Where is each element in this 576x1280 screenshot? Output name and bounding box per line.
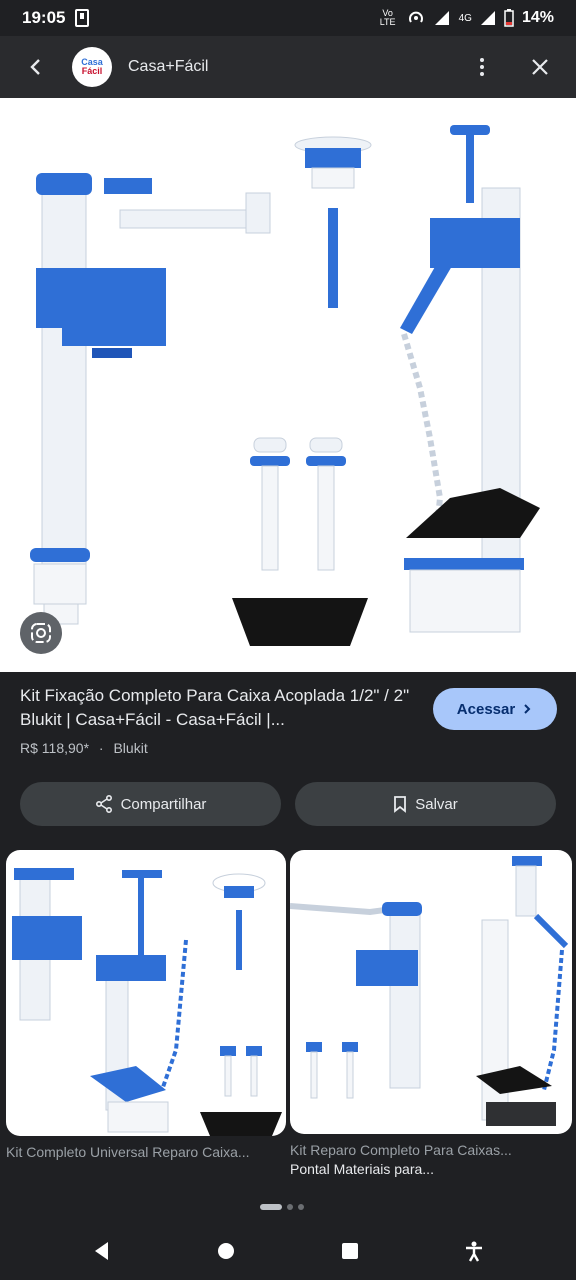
related-card-1[interactable]: Kit Completo Universal Reparo Caixa...: [6, 850, 286, 1160]
related-image-2: [290, 856, 569, 1126]
system-nav-bar: [0, 1222, 576, 1280]
product-brand: Blukit: [113, 740, 148, 756]
related-source-2[interactable]: Pontal Materiais para...: [290, 1161, 572, 1177]
signal-icon: [434, 11, 449, 25]
lens-search-button[interactable]: [20, 612, 62, 654]
chevron-left-icon: [30, 59, 40, 75]
close-icon: [532, 59, 548, 75]
related-caption-1[interactable]: Kit Completo Universal Reparo Caixa...: [6, 1144, 286, 1160]
hotspot-icon: [408, 11, 423, 23]
site-logo[interactable]: Casa Fácil: [72, 47, 112, 87]
page-dot-active: [260, 1204, 282, 1210]
more-vert-icon: [480, 58, 484, 76]
product-illustration: [30, 125, 540, 646]
related-thumb-2[interactable]: [290, 850, 572, 1134]
logo-text-bottom: Fácil: [81, 66, 103, 76]
network-type: 4G: [458, 12, 472, 24]
visit-button-label: Acessar: [456, 700, 516, 718]
product-price: R$ 118,90*: [20, 740, 90, 756]
save-button[interactable]: Salvar: [295, 782, 556, 826]
chevron-right-icon: [524, 704, 531, 714]
save-label: Salvar: [415, 795, 458, 813]
battery-level: 14%: [521, 9, 554, 26]
product-info: Kit Fixação Completo Para Caixa Acoplada…: [20, 684, 420, 756]
related-card-2[interactable]: Kit Reparo Completo Para Caixas... Ponta…: [290, 850, 572, 1177]
visit-button[interactable]: Acessar: [433, 688, 557, 730]
product-meta: R$ 118,90* · Blukit: [20, 740, 420, 756]
related-grid: Kit Completo Universal Reparo Caixa... K…: [6, 850, 572, 1192]
related-thumb-1[interactable]: [6, 850, 286, 1136]
product-image[interactable]: [0, 98, 576, 672]
bookmark-icon: [394, 796, 407, 813]
site-name[interactable]: Casa+Fácil: [128, 58, 208, 76]
status-bar: 19:05 Vo LTE 4G 14%: [0, 0, 576, 36]
lens-icon: [31, 623, 51, 643]
related-image-1: [12, 868, 282, 1136]
page-dot: [298, 1204, 304, 1210]
nav-recents-icon[interactable]: [339, 1240, 361, 1262]
status-time: 19:05: [22, 8, 66, 27]
nav-home-icon[interactable]: [215, 1240, 237, 1262]
related-caption-2[interactable]: Kit Reparo Completo Para Caixas...: [290, 1142, 572, 1158]
close-button[interactable]: [520, 47, 560, 87]
app-bar: Casa Fácil Casa+Fácil: [0, 36, 576, 98]
meta-separator: ·: [98, 740, 104, 756]
status-icons: Vo LTE 4G 14%: [377, 9, 554, 27]
share-icon: [95, 795, 112, 813]
more-options-button[interactable]: [462, 47, 502, 87]
accessibility-icon[interactable]: [463, 1240, 485, 1262]
notification-icon: [75, 9, 90, 27]
battery-icon: [504, 9, 514, 27]
product-title[interactable]: Kit Fixação Completo Para Caixa Acoplada…: [20, 684, 420, 732]
page-dot: [287, 1204, 293, 1210]
nav-back-icon[interactable]: [91, 1240, 113, 1262]
volte-icon: Vo LTE: [379, 8, 396, 27]
signal-icon-2: [480, 11, 495, 25]
share-button[interactable]: Compartilhar: [20, 782, 281, 826]
page-indicator: [260, 1204, 304, 1210]
back-button[interactable]: [16, 47, 56, 87]
share-label: Compartilhar: [120, 795, 207, 813]
action-row: Compartilhar Salvar: [20, 782, 556, 826]
